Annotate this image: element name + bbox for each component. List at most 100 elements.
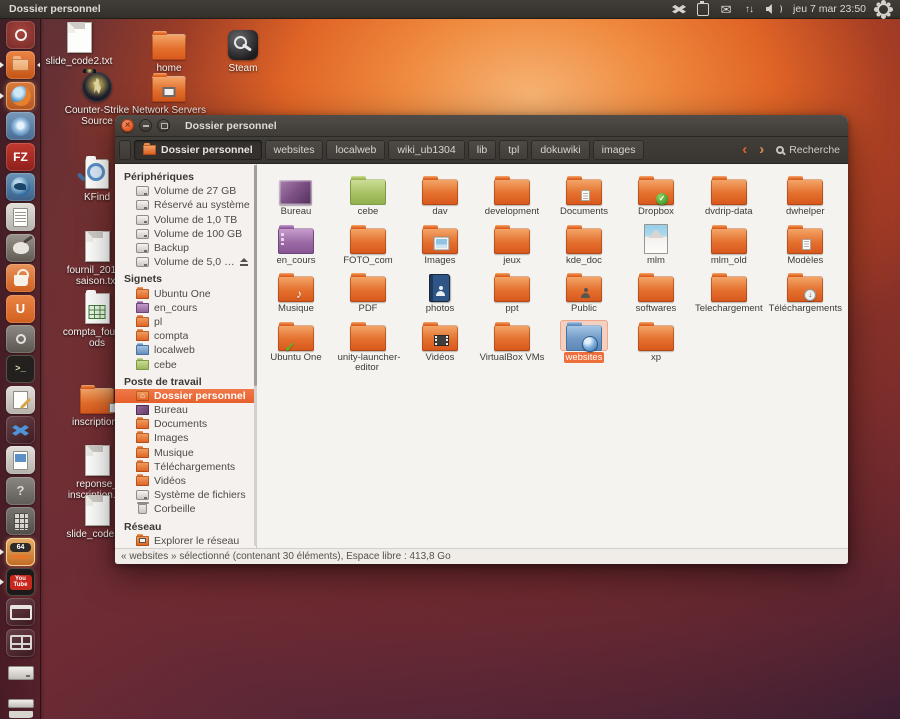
file-item[interactable]: softwares — [620, 266, 692, 315]
file-item[interactable]: Images — [404, 218, 476, 267]
search-button[interactable]: Recherche — [776, 144, 840, 156]
disk-launcher[interactable] — [0, 659, 41, 687]
sidebar-row[interactable]: Volume de 5,0 MB — [115, 255, 256, 269]
file-item[interactable]: ppt — [476, 266, 548, 315]
pathbar-scroll-stub[interactable] — [119, 140, 131, 160]
file-item[interactable]: Modèles — [766, 218, 845, 267]
sidebar-row[interactable]: compta — [115, 329, 256, 343]
file-area[interactable]: Bureau cebe dav development Documents — [257, 164, 848, 548]
eject-icon[interactable] — [239, 258, 248, 266]
youtube-launcher[interactable]: You Tube — [0, 568, 41, 596]
messaging-menu-icon[interactable] — [720, 1, 732, 17]
pathbar-button[interactable]: tpl — [499, 140, 528, 160]
file-item[interactable]: en_cours — [260, 218, 332, 267]
file-item[interactable]: unity-launcher-editor — [332, 315, 404, 374]
desktop-icon-home[interactable]: home — [131, 26, 207, 74]
file-item[interactable]: development — [476, 169, 548, 218]
sidebar-row[interactable]: Images — [115, 431, 256, 445]
clipboard-indicator-icon[interactable] — [697, 3, 709, 16]
wine-64-launcher[interactable]: 64 — [0, 538, 41, 566]
file-item[interactable]: jeux — [476, 218, 548, 267]
file-item[interactable]: xp — [620, 315, 692, 374]
text-editor-launcher[interactable] — [0, 386, 41, 414]
gimp-launcher[interactable] — [0, 234, 41, 262]
desktop-icon-network-servers[interactable]: Network Servers — [131, 68, 207, 116]
sidebar-scrollbar[interactable] — [254, 165, 257, 546]
terminal-launcher[interactable]: >_ — [0, 355, 41, 383]
sound-menu-icon[interactable] — [766, 1, 782, 17]
pathbar-button[interactable]: wiki_ub1304 — [388, 140, 464, 160]
file-item[interactable]: Public — [548, 266, 620, 315]
file-item[interactable]: Téléchargements — [766, 266, 845, 315]
network-traffic-icon[interactable] — [743, 1, 755, 17]
sidebar-row[interactable]: Réseau — [115, 520, 256, 534]
file-item[interactable]: dvdrip-data — [692, 169, 766, 218]
help-launcher[interactable]: ? — [0, 477, 41, 505]
disk-stack-launcher[interactable] — [0, 690, 41, 718]
file-item[interactable]: FOTO_com — [332, 218, 404, 267]
file-item[interactable]: Telechargement — [692, 266, 766, 315]
sidebar-row[interactable]: Téléchargements — [115, 460, 256, 474]
forward-chevron-icon[interactable]: › — [759, 140, 764, 160]
file-item[interactable]: VirtualBox VMs — [476, 315, 548, 374]
pathbar-button[interactable]: localweb — [326, 140, 385, 160]
sidebar-row[interactable]: Corbeille — [115, 502, 256, 516]
sidebar-row[interactable]: Signets — [115, 272, 256, 286]
calculator-launcher[interactable] — [0, 507, 41, 535]
file-item[interactable]: mlm_old — [692, 218, 766, 267]
dropbox-tray-icon[interactable] — [672, 1, 686, 17]
sidebar-row[interactable]: Volume de 27 GB — [115, 184, 256, 198]
sidebar-row[interactable]: Système de fichiers — [115, 488, 256, 502]
sidebar-row[interactable]: Poste de travail — [115, 375, 256, 389]
chromium-launcher[interactable] — [0, 112, 41, 140]
sidebar-row[interactable]: Vidéos — [115, 474, 256, 488]
file-item[interactable]: Vidéos — [404, 315, 476, 374]
sidebar-row[interactable]: Ubuntu One — [115, 287, 256, 301]
file-item[interactable]: photos — [404, 266, 476, 315]
file-item[interactable]: Musique — [260, 266, 332, 315]
pathbar-button[interactable]: Dossier personnel — [134, 140, 262, 160]
dash-home-button[interactable] — [0, 21, 41, 49]
sidebar-row[interactable]: localweb — [115, 343, 256, 357]
file-item[interactable]: kde_doc — [548, 218, 620, 267]
window-launcher[interactable] — [0, 598, 41, 626]
workspace-switcher-launcher[interactable] — [0, 629, 41, 657]
file-item[interactable]: mlm — [620, 218, 692, 267]
sidebar-row[interactable]: Réservé au système — [115, 198, 256, 212]
file-item[interactable]: cebe — [332, 169, 404, 218]
sidebar-row[interactable]: Bureau — [115, 403, 256, 417]
pathbar-button[interactable]: images — [593, 140, 645, 160]
pathbar-button[interactable]: dokuwiki — [531, 140, 589, 160]
filezilla-launcher[interactable]: FZ — [0, 143, 41, 171]
sidebar-row[interactable]: Explorer le réseau — [115, 534, 256, 548]
sidebar-row[interactable]: Volume de 100 GB — [115, 227, 256, 241]
sidebar-scrollbar-thumb[interactable] — [254, 165, 257, 386]
system-settings-launcher[interactable] — [0, 325, 41, 353]
desktop-icon-steam[interactable]: Steam — [205, 26, 281, 74]
sidebar-row[interactable]: en_cours — [115, 301, 256, 315]
dropbox-launcher[interactable] — [0, 416, 41, 444]
thunderbird-launcher[interactable] — [0, 173, 41, 201]
firefox-launcher[interactable] — [0, 82, 41, 110]
pathbar-button[interactable]: websites — [265, 140, 324, 160]
sidebar-row[interactable]: pl — [115, 315, 256, 329]
file-item[interactable]: dwhelper — [766, 169, 845, 218]
sidebar-row[interactable]: Dossier personnel — [115, 389, 256, 403]
libreoffice-impress-launcher[interactable] — [0, 446, 41, 474]
window-titlebar[interactable]: Dossier personnel — [115, 115, 848, 137]
minimize-button[interactable] — [139, 119, 152, 132]
sidebar-row[interactable]: cebe — [115, 357, 256, 371]
file-item[interactable]: dav — [404, 169, 476, 218]
desktop-icon-slide-code2[interactable]: slide_code2.txt — [41, 19, 117, 67]
clock-menu[interactable]: jeu 7 mar 23:50 — [793, 1, 866, 17]
sidebar-row[interactable]: Périphériques — [115, 170, 256, 184]
maximize-button[interactable] — [157, 119, 170, 132]
libreoffice-writer-launcher[interactable] — [0, 203, 41, 231]
file-item[interactable]: Bureau — [260, 169, 332, 218]
pathbar-button[interactable]: lib — [468, 140, 497, 160]
sidebar-row[interactable]: Backup — [115, 241, 256, 255]
software-center-launcher[interactable] — [0, 264, 41, 292]
sidebar-row[interactable]: Volume de 1,0 TB — [115, 213, 256, 227]
sidebar-row[interactable]: Documents — [115, 417, 256, 431]
sidebar-row[interactable]: Musique — [115, 446, 256, 460]
